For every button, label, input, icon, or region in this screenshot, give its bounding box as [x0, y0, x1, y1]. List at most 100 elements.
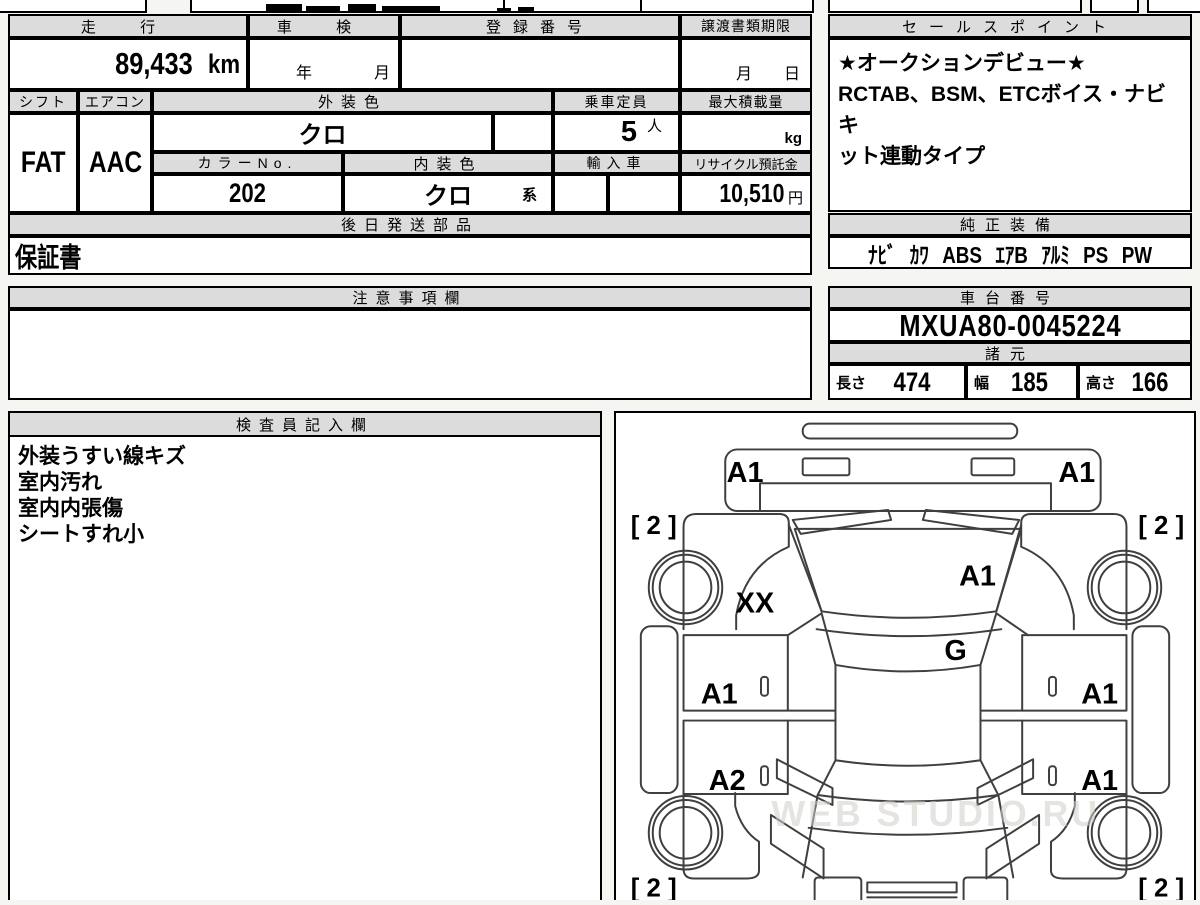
wheel-rear-left-ring — [651, 799, 720, 867]
front-panel — [724, 448, 1102, 512]
spec-height-cell: 高さ 166 — [1078, 364, 1192, 400]
recycle-deposit-header-label: リサイクル預託金 — [694, 156, 798, 172]
shift-value: FAT — [20, 146, 66, 179]
rear-bumper-left — [813, 876, 863, 901]
notes-header: 注意事項欄 — [8, 286, 812, 309]
tire-marker-front-left: [ 2 ] — [631, 512, 677, 540]
inspector-note-line: 外装うすい線キズ — [18, 445, 186, 468]
color-no-value: 202 — [229, 178, 266, 208]
tire-marker-rear-left: [ 2 ] — [631, 874, 677, 900]
door-handle-front-right — [1048, 675, 1057, 697]
truncated-cell — [1090, 0, 1139, 13]
later-shipping-value-cell: 保証書 — [8, 236, 812, 275]
specs-header-label: 諸元 — [984, 345, 1035, 363]
sales-points-line: ★オークションデビュー★ — [838, 52, 1086, 75]
inspector-note-line: 室内内張傷 — [18, 497, 123, 520]
mileage-header: 走 行 — [8, 14, 248, 38]
damage-marker-front-right: A1 — [1058, 457, 1095, 489]
chassis-number-header: 車台番号 — [828, 286, 1192, 309]
sales-points-header-label: セールスポイント — [901, 18, 1118, 36]
color-no-header: カラーNo. — [152, 152, 343, 174]
grille-line — [759, 482, 1052, 512]
wheel-rear-right-ring — [1090, 799, 1159, 867]
shaken-year-label: 年 — [295, 65, 312, 82]
truncated-cell — [828, 0, 1082, 13]
recycle-deposit-value: 10,510 — [719, 178, 785, 208]
damage-marker-roof: G — [944, 635, 966, 667]
spec-length-cell: 長さ 474 — [828, 364, 966, 400]
inspector-notes-header: 検査員記入欄 — [8, 411, 602, 437]
transfer-docs-header: 譲渡書類期限 — [680, 14, 812, 38]
interior-color-value: クロ — [424, 183, 472, 210]
interior-color-value-cell: クロ 系 — [343, 174, 553, 213]
later-shipping-header-label: 後日発送部品 — [340, 217, 479, 234]
rocker-rail-left — [639, 625, 679, 795]
aircon-value-cell: AAC — [78, 113, 152, 213]
truncated-cell — [1147, 0, 1200, 13]
sales-points-line: ット連動タイプ — [838, 145, 985, 168]
damage-marker-door-rear-right: A1 — [1081, 765, 1118, 797]
interior-color-header: 内装色 — [343, 152, 553, 174]
sales-points-header: セールスポイント — [828, 14, 1192, 38]
damage-marker-front-left: A1 — [727, 457, 764, 489]
door-handle-rear-left — [760, 765, 769, 787]
aircon-value: AAC — [88, 146, 142, 179]
roof-rear-edge — [834, 759, 982, 767]
roof-front-curve — [815, 628, 1003, 638]
mileage-unit: km — [207, 48, 240, 79]
mileage-header-label: 走 行 — [80, 18, 176, 36]
door-handle-rear-right — [1048, 765, 1057, 787]
car-diagram-box: WEB STUDIO.RU A1 A1 [ 2 ] [ 2 ] A1 XX G … — [614, 411, 1196, 902]
door-gap-left — [786, 709, 837, 722]
roof-side-left — [820, 612, 837, 762]
inspector-notes-header-label: 検査員記入欄 — [235, 416, 374, 434]
rear-bumper-center — [866, 881, 958, 894]
shaken-value-cell: 年 月 — [248, 38, 400, 90]
pillar-join-left — [786, 612, 823, 637]
spec-height-label: 高さ — [1086, 374, 1117, 392]
wheel-front-right-ring — [1090, 553, 1159, 622]
registration-value-cell — [400, 38, 680, 90]
door-gap-right — [979, 709, 1024, 722]
truncated-text-remnant — [382, 6, 440, 13]
exterior-color-value: クロ — [298, 122, 347, 149]
capacity-value: 5 — [620, 116, 637, 148]
front-fender-right — [1020, 512, 1128, 631]
shaken-header: 車 検 — [248, 14, 400, 38]
damage-marker-door-front-left: A1 — [701, 679, 738, 711]
notes-header-label: 注意事項欄 — [352, 290, 468, 307]
chassis-number-value: MXUA80-0045224 — [898, 307, 1122, 343]
aircon-header-label: エアコン — [85, 93, 145, 110]
truncated-text-remnant — [306, 6, 340, 13]
specs-header: 諸元 — [828, 342, 1192, 364]
cowl-left — [791, 509, 893, 535]
wheel-rear-right-hub — [1097, 805, 1152, 860]
transfer-docs-value-cell: 月 日 — [680, 38, 812, 90]
front-bumper-bar — [801, 422, 1019, 440]
truncated-text-remnant — [518, 7, 534, 13]
max-load-header: 最大積載量 — [680, 90, 812, 113]
inspector-box-divider — [8, 435, 602, 437]
exterior-color-header-label: 外装色 — [317, 94, 387, 111]
exterior-color-value-cell: クロ — [152, 113, 493, 152]
spec-length-label: 長さ — [836, 374, 867, 392]
imported-value-cell-2 — [608, 174, 680, 213]
exterior-color-sub-cell — [493, 113, 553, 152]
pillar-join-right — [995, 612, 1030, 637]
auction-sheet: 走 行 車 検 登録番号 譲渡書類期限 89,433 km 年 月 月 日 シフ… — [0, 0, 1200, 902]
inspector-note-line: 室内汚れ — [18, 471, 102, 494]
imported-value-cell-1 — [553, 174, 608, 213]
damage-marker-door-front-right: A1 — [1081, 679, 1118, 711]
recycle-deposit-header: リサイクル預託金 — [680, 152, 812, 174]
imported-header: 輸入車 — [553, 152, 680, 174]
wheel-front-left-hub — [658, 560, 713, 615]
registration-header-label: 登録番号 — [485, 18, 594, 36]
interior-color-header-label: 内装色 — [413, 155, 483, 173]
watermark: WEB STUDIO.RU — [771, 794, 1100, 834]
truncated-top-row — [0, 0, 1200, 13]
sales-points-line: RCTAB、BSM、ETCボイス・ナビキ — [838, 83, 1166, 137]
door-handle-front-left — [760, 675, 769, 697]
capacity-unit: 人 — [646, 118, 662, 135]
rear-bumper-right — [962, 876, 1009, 901]
exterior-color-header: 外装色 — [152, 90, 553, 113]
